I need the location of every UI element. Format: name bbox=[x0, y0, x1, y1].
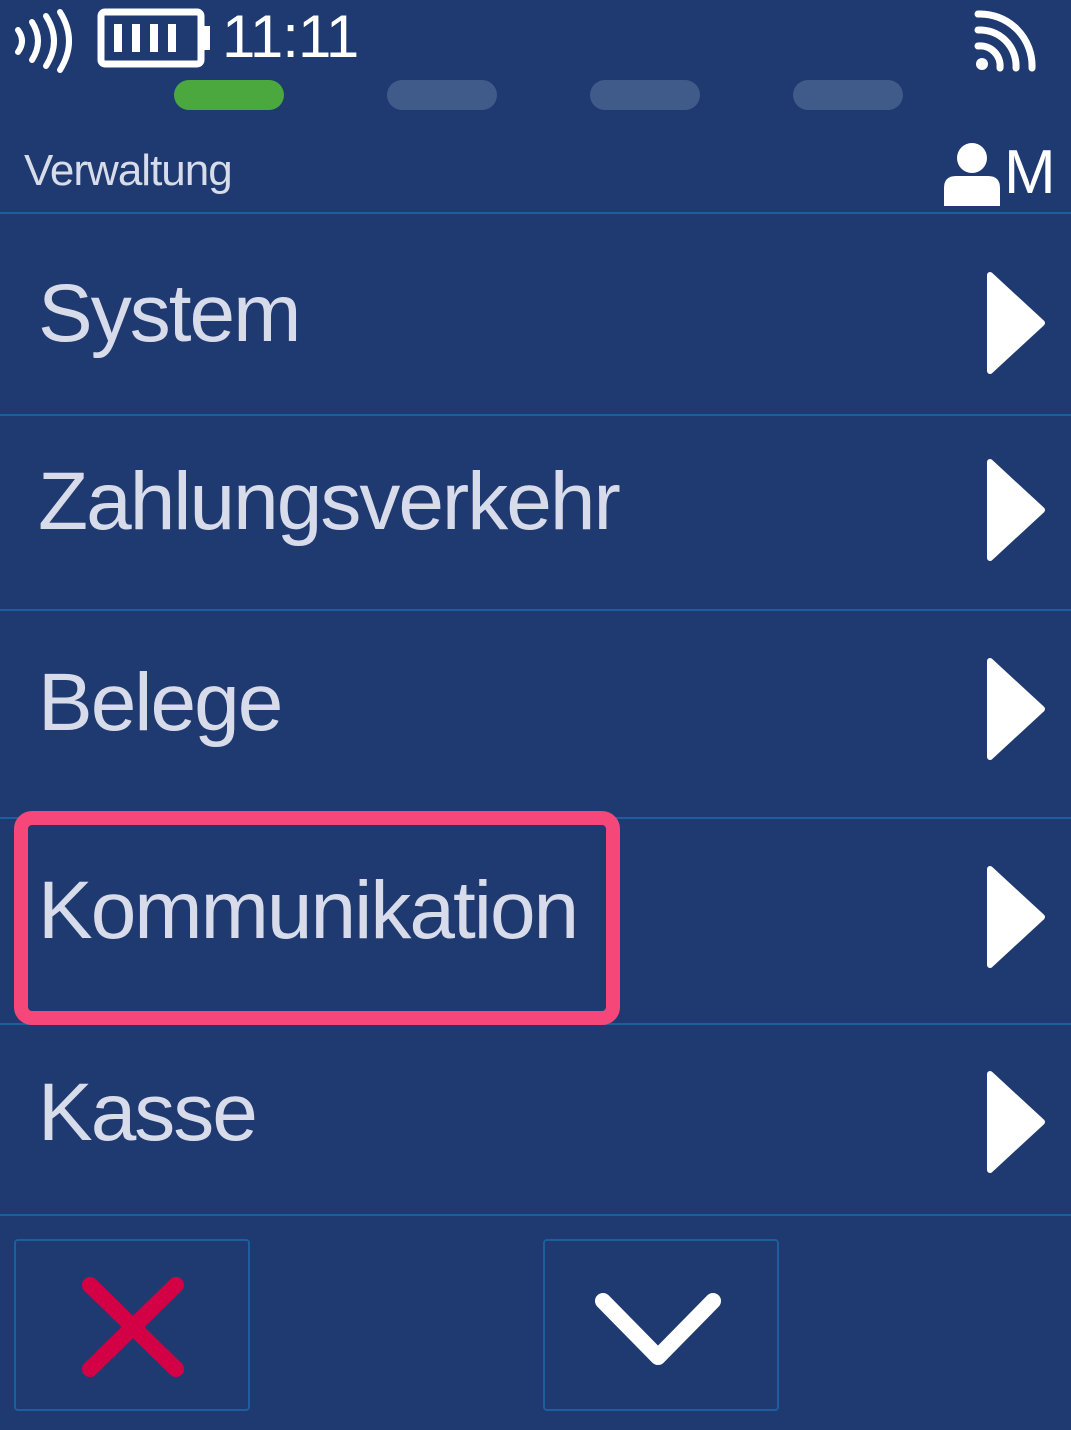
chevron-down-icon bbox=[595, 1293, 721, 1365]
chevron-right-icon bbox=[987, 658, 1045, 760]
cancel-button[interactable] bbox=[14, 1239, 250, 1411]
status-bar: 11:11 bbox=[0, 0, 1071, 78]
scroll-down-button[interactable] bbox=[543, 1239, 779, 1411]
signal-icon bbox=[974, 10, 1036, 72]
menu-item-belege[interactable]: Belege bbox=[0, 611, 1071, 819]
battery-icon bbox=[97, 8, 210, 68]
menu-item-kommunikation[interactable]: Kommunikation bbox=[0, 819, 1071, 1025]
header: Verwaltung M bbox=[0, 128, 1071, 214]
menu-item-label: Belege bbox=[38, 657, 283, 748]
chevron-right-icon bbox=[987, 1071, 1045, 1173]
chevron-right-icon bbox=[987, 272, 1045, 374]
close-icon bbox=[82, 1277, 184, 1377]
menu-item-system[interactable]: System bbox=[0, 214, 1071, 416]
nfc-icon bbox=[15, 9, 72, 73]
chevron-right-icon bbox=[987, 459, 1045, 561]
progress-step-4 bbox=[793, 80, 903, 110]
user-icon bbox=[944, 143, 1000, 206]
progress-step-3 bbox=[590, 80, 700, 110]
progress-step-1 bbox=[174, 80, 284, 110]
menu-item-label: Zahlungsverkehr bbox=[38, 456, 621, 547]
menu-item-zahlungsverkehr[interactable]: Zahlungsverkehr bbox=[0, 416, 1071, 611]
clock: 11:11 bbox=[222, 3, 359, 70]
menu-item-label: Kasse bbox=[38, 1067, 258, 1158]
progress-step-2 bbox=[387, 80, 497, 110]
chevron-right-icon bbox=[987, 866, 1045, 968]
menu-item-label: Kommunikation bbox=[38, 865, 579, 956]
menu-item-kasse[interactable]: Kasse bbox=[0, 1025, 1071, 1216]
menu-item-label: System bbox=[38, 268, 301, 359]
page-title: Verwaltung bbox=[24, 146, 233, 195]
user-level: M bbox=[1004, 138, 1056, 207]
step-progress bbox=[0, 80, 1071, 110]
